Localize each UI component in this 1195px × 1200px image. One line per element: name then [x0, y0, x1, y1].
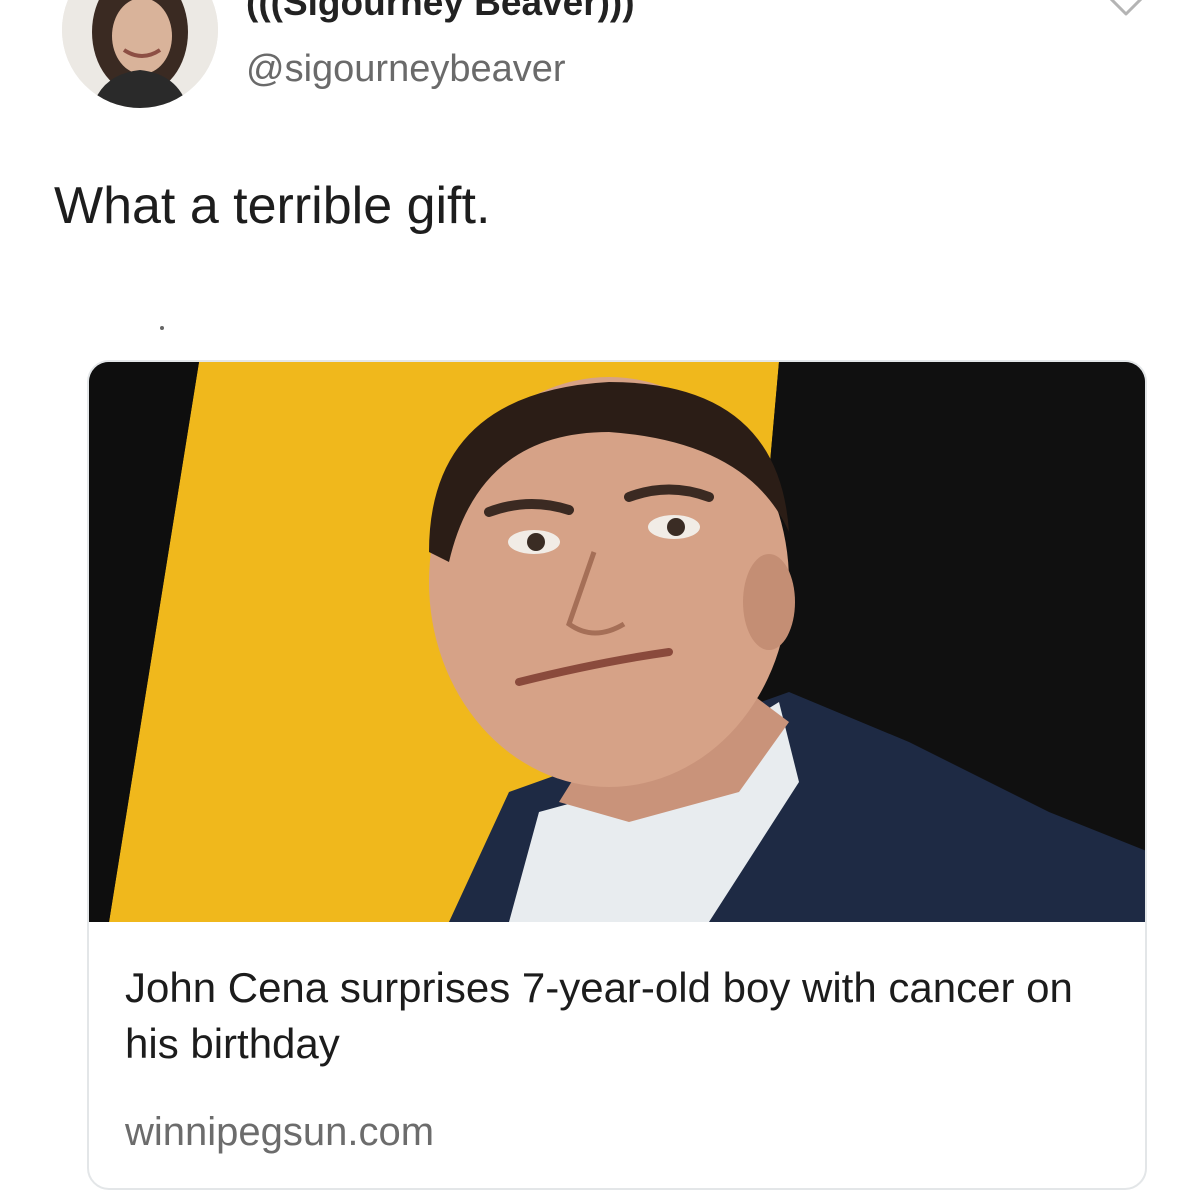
link-card-title[interactable]: John Cena surprises 7-year-old boy with … — [125, 960, 1115, 1072]
link-card-domain[interactable]: winnipegsun.com — [125, 1110, 434, 1155]
chevron-down-icon[interactable] — [1106, 0, 1146, 20]
avatar-photo-icon — [62, 0, 218, 108]
tweet: (((Sigourney Beaver))) @sigourneybeaver … — [0, 0, 1195, 1200]
link-card[interactable]: John Cena surprises 7-year-old boy with … — [87, 360, 1147, 1190]
handle[interactable]: @sigourneybeaver — [246, 48, 566, 91]
article-photo-icon — [89, 362, 1145, 922]
tweet-text: What a terrible gift. — [54, 177, 491, 235]
display-name[interactable]: (((Sigourney Beaver))) — [246, 0, 635, 24]
avatar[interactable] — [62, 0, 218, 108]
divider-dot — [160, 326, 164, 330]
